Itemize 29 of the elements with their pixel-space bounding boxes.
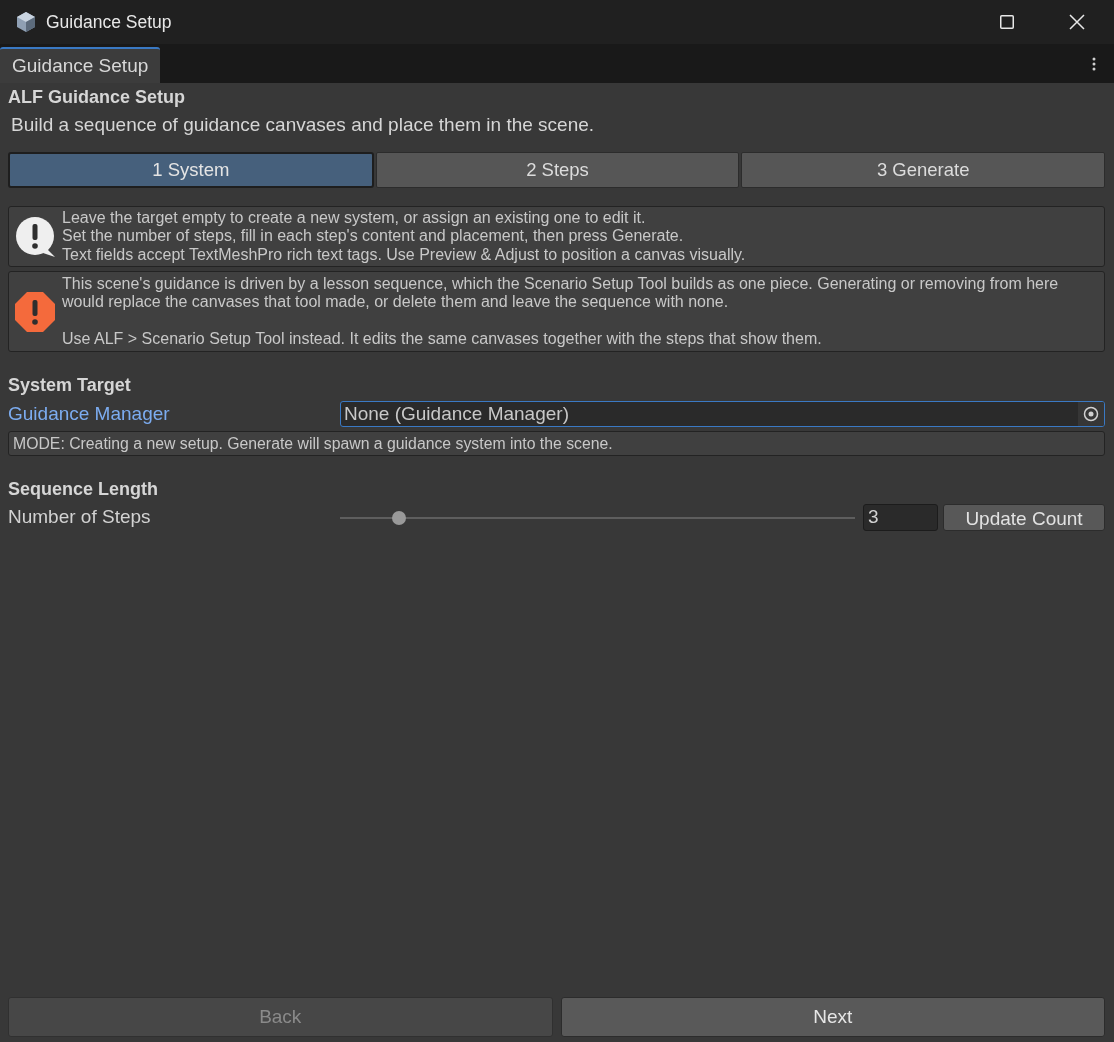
steps-field[interactable]: 3 xyxy=(863,504,938,531)
object-field[interactable]: None (Guidance Manager) xyxy=(340,401,1105,427)
step-tab[interactable]: 2 Steps xyxy=(375,152,740,188)
maximize-icon xyxy=(1000,15,1014,29)
window-title: Guidance Setup xyxy=(46,11,172,33)
warning-message: Use ALF > Scenario Setup Tool instead. It edits the same canvases together with the steps that show them. xyxy=(62,330,823,349)
octagon-exclamation-icon xyxy=(15,291,55,332)
section-heading: System Target xyxy=(8,375,131,395)
step-tab[interactable]: 3 Generate xyxy=(741,152,1105,188)
speech-bubble-exclamation-icon xyxy=(15,215,57,258)
next-button[interactable]: Next xyxy=(560,997,1105,1037)
slider-thumb[interactable] xyxy=(392,510,407,525)
panel-subtitle: Build a sequence of guidance canvases and place them in the scene. xyxy=(11,114,595,136)
mode-note: MODE: Creating a new setup. Generate will spawn a guidance system into the scene. xyxy=(8,431,1105,456)
object-picker-button[interactable] xyxy=(1078,402,1104,426)
target-icon xyxy=(1083,406,1099,422)
editor-tab[interactable]: Guidance Setup xyxy=(0,47,161,83)
section-heading: Sequence Length xyxy=(8,479,159,499)
info-message: Leave the target empty to create a new system, or assign an existing one to edit it. Set the number of steps, fill in each step's content and placement, then press Generate. Text fields accept TextMeshPro rich text tags. Use Preview & Adjust to position a canvas visually. xyxy=(62,208,746,265)
field-label: Number of Steps xyxy=(8,506,151,528)
field-label: Guidance Manager xyxy=(8,402,170,424)
steps-slider[interactable] xyxy=(340,510,855,525)
warning-message: This scene's guidance is driven by a lesson sequence, which the Scenario Setup Tool builds as one piece. Generating or removing from here would replace the canvases that tool made, or delete them and leave the sequence with none. xyxy=(62,274,1059,312)
panel-title: ALF Guidance Setup xyxy=(8,87,185,107)
kebab-menu-icon xyxy=(1092,57,1096,71)
close-icon xyxy=(1069,14,1085,30)
cube-icon xyxy=(15,11,37,33)
update-count-button[interactable]: Update Count xyxy=(943,504,1105,531)
step-tab[interactable]: 1 System xyxy=(8,152,374,188)
